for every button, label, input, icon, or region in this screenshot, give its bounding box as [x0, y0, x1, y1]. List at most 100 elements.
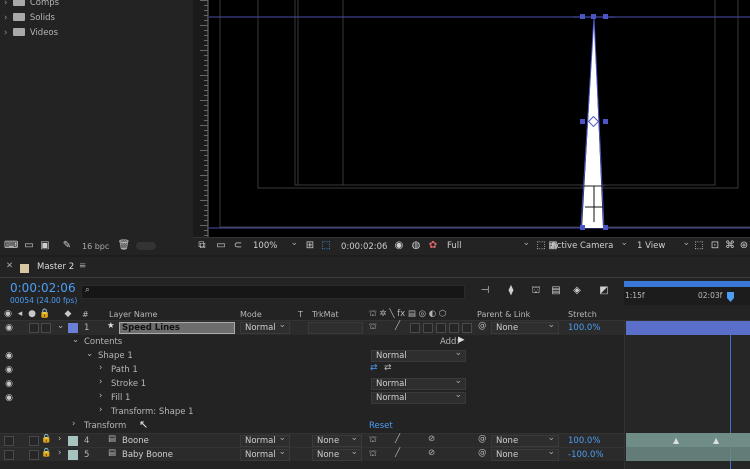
visibility-eye-icon[interactable]: ◉: [4, 323, 14, 333]
parent-dropdown[interactable]: None: [491, 433, 559, 447]
visibility-eye-icon[interactable]: ◉: [4, 379, 14, 389]
stretch-value[interactable]: 100.0%: [568, 436, 600, 446]
new-folder-icon[interactable]: ▭: [22, 240, 36, 252]
solo-box[interactable]: [29, 450, 39, 460]
fill-mode-dropdown[interactable]: Normal: [371, 390, 466, 404]
visibility-eye-icon[interactable]: ◉: [4, 351, 14, 361]
timeline-tab[interactable]: ✕ Master 2 ≡: [0, 257, 150, 279]
pickwhip-icon[interactable]: @: [478, 321, 487, 331]
quality-switch-icon[interactable]: ╱: [395, 448, 400, 458]
path-direction-icon[interactable]: ⇄: [370, 363, 378, 373]
shy-switch-icon[interactable]: ⛫: [369, 449, 377, 460]
stroke-row[interactable]: ◉ › Stroke 1 Normal: [0, 376, 624, 391]
expand-toggle-icon[interactable]: ›: [72, 419, 75, 429]
fit-icon[interactable]: ⊞: [304, 240, 316, 252]
project-scrollbar[interactable]: [136, 242, 156, 250]
project-item-comps[interactable]: › Comps: [4, 0, 59, 8]
camera-dropdown[interactable]: Active Camera: [547, 238, 631, 253]
expand-toggle-icon[interactable]: ›: [99, 405, 102, 415]
layer-mode-dropdown[interactable]: Normal: [240, 320, 290, 334]
solo-box[interactable]: [29, 323, 39, 333]
header-layer-name[interactable]: Layer Name: [109, 310, 157, 319]
time-ruler[interactable]: 1:15f 02:03f: [624, 281, 750, 305]
views-dropdown[interactable]: 1 View: [633, 238, 693, 253]
trash-icon[interactable]: 🗑: [117, 240, 131, 252]
layer-mode-dropdown[interactable]: Normal: [240, 447, 290, 461]
project-item-videos[interactable]: › Videos: [4, 28, 58, 38]
parent-dropdown[interactable]: None: [491, 447, 559, 461]
composition-viewer[interactable]: [193, 0, 750, 237]
expand-toggle-icon[interactable]: ⌄: [57, 321, 64, 331]
motion-blur-switch[interactable]: [436, 323, 446, 333]
interpret-footage-icon[interactable]: ⌨: [4, 240, 18, 252]
lock-icon[interactable]: 🔒: [41, 434, 52, 444]
path-row[interactable]: ◉ › Path 1 ⇄ ⇄: [0, 363, 624, 377]
layer-label-color[interactable]: [68, 450, 78, 460]
adjustment-switch[interactable]: [449, 323, 459, 333]
quality-switch-icon[interactable]: ╱: [395, 321, 400, 331]
zoom-dropdown[interactable]: 100%: [249, 238, 301, 253]
layer-row-boone[interactable]: 🔒 › 4 ▤ Boone Normal None ⛫ ╱ ⊘ @ None 1…: [0, 433, 624, 447]
lock-icon[interactable]: 🔒: [41, 448, 52, 458]
fast-preview-icon[interactable]: ⬚: [693, 240, 705, 252]
work-area-bar[interactable]: [624, 281, 750, 287]
keyframe-icon[interactable]: ▲: [673, 436, 679, 445]
project-item-solids[interactable]: › Solids: [4, 13, 55, 23]
pickwhip-icon[interactable]: @: [478, 434, 487, 444]
channel-icon[interactable]: ✿: [427, 240, 439, 252]
layer-bar-baby-boone[interactable]: [626, 447, 750, 461]
expand-toggle-icon[interactable]: ›: [58, 434, 61, 444]
vr-icon[interactable]: ⊂: [232, 240, 244, 252]
layer-name[interactable]: Baby Boone: [122, 450, 173, 460]
layer-label-color[interactable]: [68, 436, 78, 446]
reset-exposure-icon[interactable]: ⊛: [738, 240, 750, 252]
stretch-value[interactable]: -100.0%: [568, 450, 603, 460]
transform-reset-link[interactable]: Reset: [369, 421, 393, 431]
layer-row-baby-boone[interactable]: 🔒 › 5 ▤ Baby Boone Normal None ⛫ ╱ ⊘ @ N…: [0, 447, 624, 461]
keyframe-icon[interactable]: ▲: [713, 436, 719, 445]
motion-blur-switch-icon[interactable]: ⊘: [428, 448, 435, 458]
shy-switch-icon[interactable]: ⛫: [369, 435, 377, 446]
monitor-icon[interactable]: ▭: [215, 240, 227, 252]
motion-blur-icon[interactable]: ◈: [570, 285, 584, 297]
layer-bar-speed-lines[interactable]: [626, 321, 750, 335]
timeline-icon[interactable]: ⊡: [709, 240, 721, 252]
collapse-switch[interactable]: [382, 323, 392, 333]
layer-search-input[interactable]: ⌕: [81, 285, 465, 299]
transform-row[interactable]: › Transform ↖ Reset: [0, 418, 624, 433]
video-box[interactable]: [4, 450, 14, 460]
expand-toggle-icon[interactable]: ›: [58, 448, 61, 458]
effect-switch[interactable]: [410, 323, 420, 333]
visibility-eye-icon[interactable]: ◉: [4, 393, 14, 403]
layer-name[interactable]: Boone: [122, 436, 149, 446]
new-comp-icon[interactable]: ▣: [38, 240, 52, 252]
bpc-label[interactable]: 16 bpc: [82, 242, 109, 251]
layer-row-speed-lines[interactable]: ◉ ⌄ 1 ★ Speed Lines Normal ⛫ ╱ @ None 10…: [0, 320, 624, 335]
viewer-timecode[interactable]: 0:00:02:06: [341, 242, 387, 252]
path-direction-reverse-icon[interactable]: ⇄: [384, 363, 392, 373]
snapshot-icon[interactable]: ◉: [393, 240, 405, 252]
shy-switch-icon[interactable]: ⛫: [369, 322, 377, 333]
quality-switch-icon[interactable]: ╱: [395, 434, 400, 444]
motion-blur-switch-icon[interactable]: ⊘: [428, 434, 435, 444]
layer-bar-boone[interactable]: ▲ ▲: [626, 433, 750, 447]
visibility-eye-icon[interactable]: ◉: [4, 365, 14, 375]
trkmat-dropdown[interactable]: None: [312, 433, 362, 447]
expand-toggle-icon[interactable]: ›: [99, 377, 102, 387]
3d-switch[interactable]: [462, 323, 472, 333]
expand-toggle-icon[interactable]: ⌄: [86, 349, 93, 359]
tab-menu-icon[interactable]: ≡: [79, 261, 86, 271]
adjust-icon[interactable]: ✎: [60, 240, 74, 252]
trkmat-dropdown[interactable]: None: [312, 447, 362, 461]
roi-icon[interactable]: ⬚: [535, 240, 547, 252]
pickwhip-icon[interactable]: @: [478, 448, 487, 458]
comp-mini-flowchart-icon[interactable]: ⊣: [478, 285, 492, 297]
contents-row[interactable]: ⌄ Contents Add: ▶: [0, 335, 624, 349]
frame-blend-switch[interactable]: [423, 323, 433, 333]
shape-mode-dropdown[interactable]: Normal: [371, 348, 466, 362]
resolution-dropdown[interactable]: Full: [443, 238, 533, 253]
show-snapshot-icon[interactable]: ◍: [410, 240, 422, 252]
expand-toggle-icon[interactable]: ›: [99, 363, 102, 373]
close-icon[interactable]: ✕: [6, 261, 13, 271]
shape-row[interactable]: ◉ ⌄ Shape 1 Normal: [0, 348, 624, 363]
